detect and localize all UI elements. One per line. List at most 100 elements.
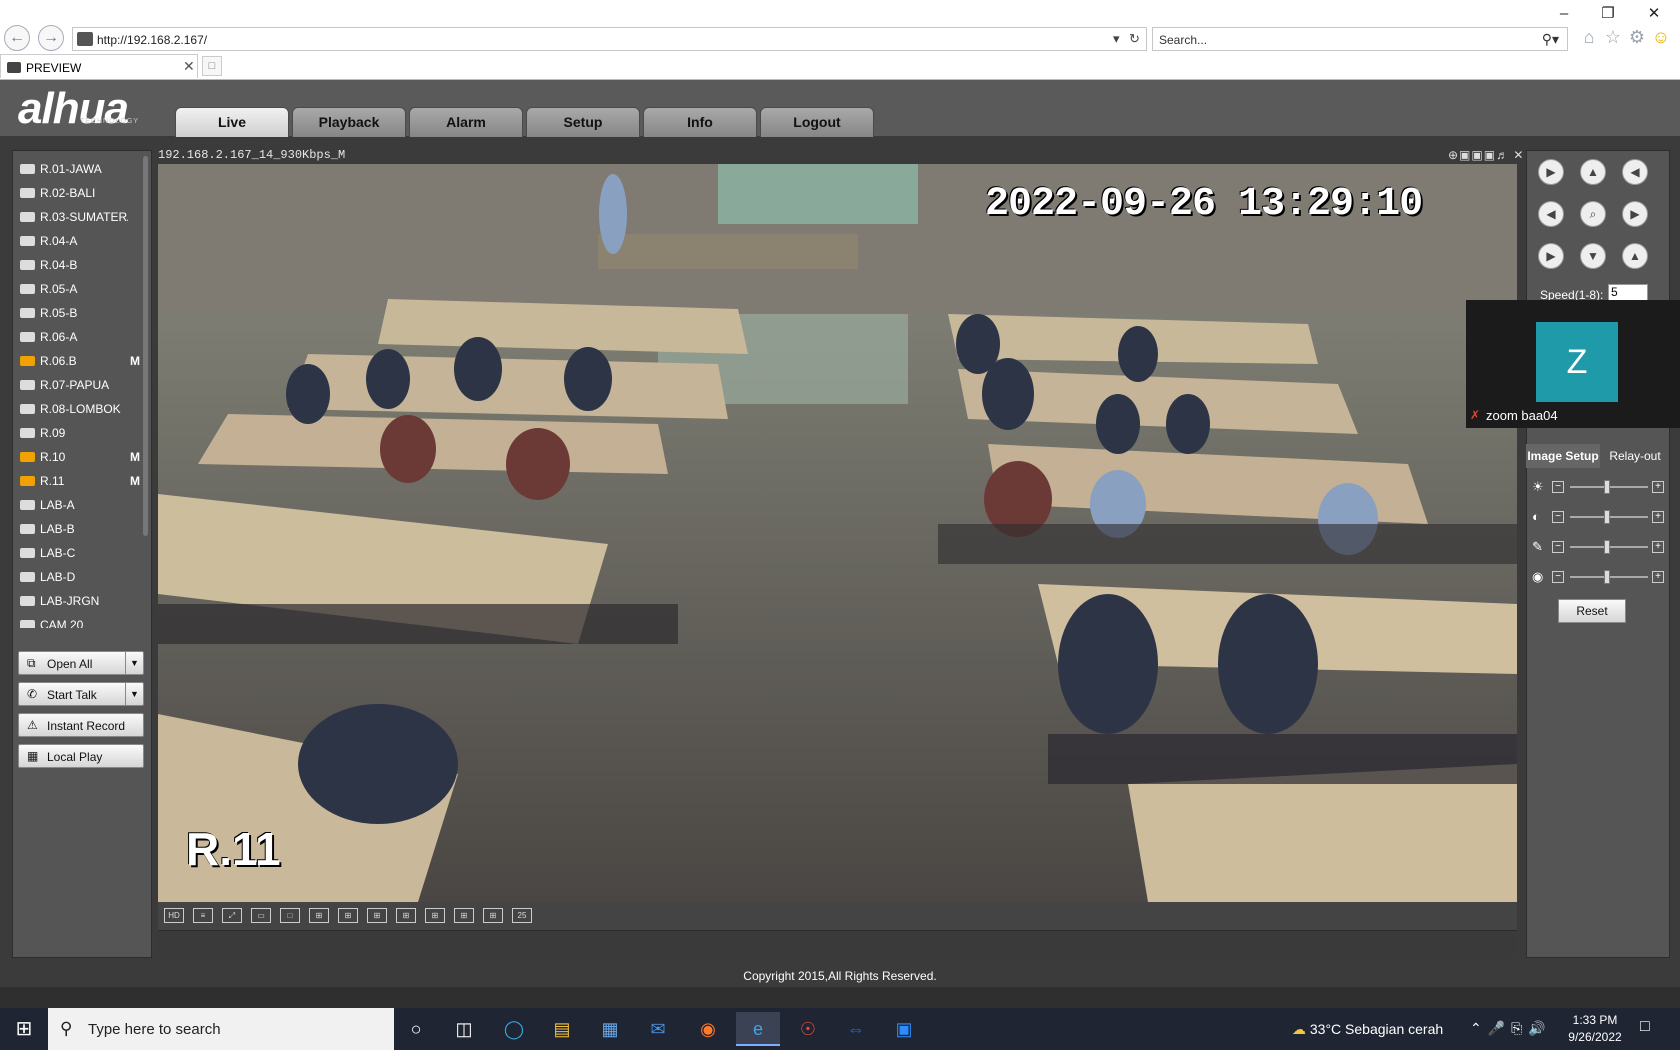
taskbar-clock[interactable]: 1:33 PM 9/26/2022	[1560, 1012, 1630, 1046]
nav-tab-live[interactable]: Live	[175, 107, 289, 137]
instant-record-button[interactable]: ⚠ Instant Record	[18, 713, 144, 737]
device-item[interactable]: R.05-B	[20, 302, 144, 322]
address-bar[interactable]: http://192.168.2.167/ ▾ ↻	[72, 27, 1147, 51]
open-all-button[interactable]: ⧉ Open All ▼	[18, 651, 144, 675]
browser-search-input[interactable]: Search... ⚲▾	[1152, 27, 1568, 51]
nav-tab-info[interactable]: Info	[643, 107, 757, 137]
taskbar-search-box[interactable]: ⚲ Type here to search	[48, 1008, 394, 1050]
teamviewer-icon[interactable]: ⇔	[834, 1012, 878, 1046]
brightness-plus-button[interactable]: +	[1652, 481, 1664, 493]
new-tab-button[interactable]: □	[202, 56, 222, 76]
view-layout-button[interactable]: 25	[512, 908, 532, 923]
nav-tab-playback[interactable]: Playback	[292, 107, 406, 137]
live-video-feed[interactable]	[158, 164, 1517, 902]
chrome-icon[interactable]: ☉	[786, 1012, 830, 1046]
weather-widget[interactable]: ☁ 33°C Sebagian cerah	[1292, 1021, 1443, 1038]
device-item[interactable]: LAB-B	[20, 518, 144, 538]
local-play-button[interactable]: ▦ Local Play	[18, 744, 144, 768]
video-toolbar-icons[interactable]: ⊕▣▣▣♬ ✕	[1448, 148, 1524, 162]
view-layout-button[interactable]: ⊞	[367, 908, 387, 923]
file-explorer-icon[interactable]: ▤	[540, 1012, 584, 1046]
device-item[interactable]: R.07-PAPUA	[20, 374, 144, 394]
ptz-right-icon[interactable]: ▶	[1622, 201, 1648, 227]
ptz-down-right-icon[interactable]: ▲	[1622, 243, 1648, 269]
system-tray-icons[interactable]: ⌃🎤⎘🔊	[1470, 1020, 1552, 1037]
tab-image-setup[interactable]: Image Setup	[1526, 444, 1600, 468]
forward-button[interactable]: →	[38, 25, 64, 51]
start-talk-dropdown-icon[interactable]: ▼	[125, 683, 143, 705]
device-item[interactable]: R.09	[20, 422, 144, 442]
view-layout-button[interactable]: HD	[164, 908, 184, 923]
cortana-icon[interactable]: ○	[394, 1012, 438, 1046]
device-item[interactable]: CAM 20	[20, 614, 144, 628]
brightness-minus-button[interactable]: −	[1552, 481, 1564, 493]
device-item[interactable]: R.10 M	[20, 446, 144, 466]
device-item[interactable]: LAB-C	[20, 542, 144, 562]
ptz-zoom-center-icon[interactable]: ⌕	[1580, 201, 1606, 227]
smiley-feedback-icon[interactable]: ☺	[1650, 27, 1672, 48]
saturation-minus-button[interactable]: −	[1552, 541, 1564, 553]
device-item[interactable]: LAB-D	[20, 566, 144, 586]
hue-plus-button[interactable]: +	[1652, 571, 1664, 583]
windows-start-icon[interactable]: ⊞	[0, 1008, 48, 1050]
saturation-slider[interactable]: ✎ − +	[1530, 537, 1666, 557]
open-all-dropdown-icon[interactable]: ▼	[125, 652, 143, 674]
close-tab-icon[interactable]: ✕	[183, 58, 195, 75]
contrast-slider[interactable]: ◐ − +	[1530, 507, 1666, 527]
store-icon[interactable]: ▦	[588, 1012, 632, 1046]
hue-minus-button[interactable]: −	[1552, 571, 1564, 583]
reset-button[interactable]: Reset	[1558, 599, 1626, 623]
device-list-scrollbar[interactable]	[143, 156, 148, 536]
tab-relay-out[interactable]: Relay-out	[1600, 444, 1670, 468]
nav-tab-logout[interactable]: Logout	[760, 107, 874, 137]
saturation-plus-button[interactable]: +	[1652, 541, 1664, 553]
view-layout-button[interactable]: ⊞	[396, 908, 416, 923]
brightness-thumb[interactable]	[1604, 480, 1610, 494]
settings-gear-icon[interactable]: ⚙	[1626, 27, 1648, 48]
view-layout-button[interactable]: ▭	[251, 908, 271, 923]
back-button[interactable]: ←	[4, 25, 30, 51]
hue-thumb[interactable]	[1604, 570, 1610, 584]
mail-icon[interactable]: ✉	[636, 1012, 680, 1046]
device-item[interactable]: R.11 M	[20, 470, 144, 490]
contrast-minus-button[interactable]: −	[1552, 511, 1564, 523]
browser-tab-preview[interactable]: PREVIEW ✕	[0, 54, 198, 78]
view-layout-button[interactable]: □	[280, 908, 300, 923]
view-layout-button[interactable]: ⤢	[222, 908, 242, 923]
device-item[interactable]: R.06.B M	[20, 350, 144, 370]
device-item[interactable]: R.03-SUMATERA	[20, 206, 144, 226]
minimize-button[interactable]: –	[1546, 3, 1582, 25]
saturation-thumb[interactable]	[1604, 540, 1610, 554]
start-talk-button[interactable]: ✆ Start Talk ▼	[18, 682, 144, 706]
close-window-button[interactable]: ✕	[1636, 3, 1672, 25]
edge-browser-icon[interactable]: ◯	[492, 1012, 536, 1046]
view-layout-button[interactable]: ⊞	[425, 908, 445, 923]
ptz-down-icon[interactable]: ▼	[1580, 243, 1606, 269]
internet-explorer-icon[interactable]: e	[736, 1012, 780, 1046]
ptz-down-left-icon[interactable]: ▶	[1538, 243, 1564, 269]
view-layout-button[interactable]: ⊞	[454, 908, 474, 923]
contrast-plus-button[interactable]: +	[1652, 511, 1664, 523]
address-dropdown-icon[interactable]: ▾	[1113, 31, 1120, 47]
nav-tab-alarm[interactable]: Alarm	[409, 107, 523, 137]
zoom-app-icon[interactable]: ▣	[882, 1012, 926, 1046]
favorites-star-icon[interactable]: ☆	[1602, 27, 1624, 48]
device-item[interactable]: LAB-JRGN	[20, 590, 144, 610]
device-item[interactable]: R.01-JAWA	[20, 158, 144, 178]
view-layout-button[interactable]: ≡	[193, 908, 213, 923]
notification-center-icon[interactable]: □	[1640, 1018, 1650, 1036]
device-item[interactable]: R.05-A	[20, 278, 144, 298]
view-layout-button[interactable]: ⊞	[309, 908, 329, 923]
contrast-thumb[interactable]	[1604, 510, 1610, 524]
ptz-left-icon[interactable]: ◀	[1538, 201, 1564, 227]
ptz-up-left-icon[interactable]: ▶	[1538, 159, 1564, 185]
device-item[interactable]: LAB-A	[20, 494, 144, 514]
search-icon[interactable]: ⚲▾	[1542, 31, 1559, 48]
home-icon[interactable]: ⌂	[1578, 27, 1600, 48]
firefox-icon[interactable]: ◉	[686, 1012, 730, 1046]
refresh-icon[interactable]: ↻	[1129, 31, 1140, 47]
device-item[interactable]: R.02-BALI	[20, 182, 144, 202]
ptz-up-right-icon[interactable]: ◀	[1622, 159, 1648, 185]
view-layout-button[interactable]: ⊞	[483, 908, 503, 923]
nav-tab-setup[interactable]: Setup	[526, 107, 640, 137]
